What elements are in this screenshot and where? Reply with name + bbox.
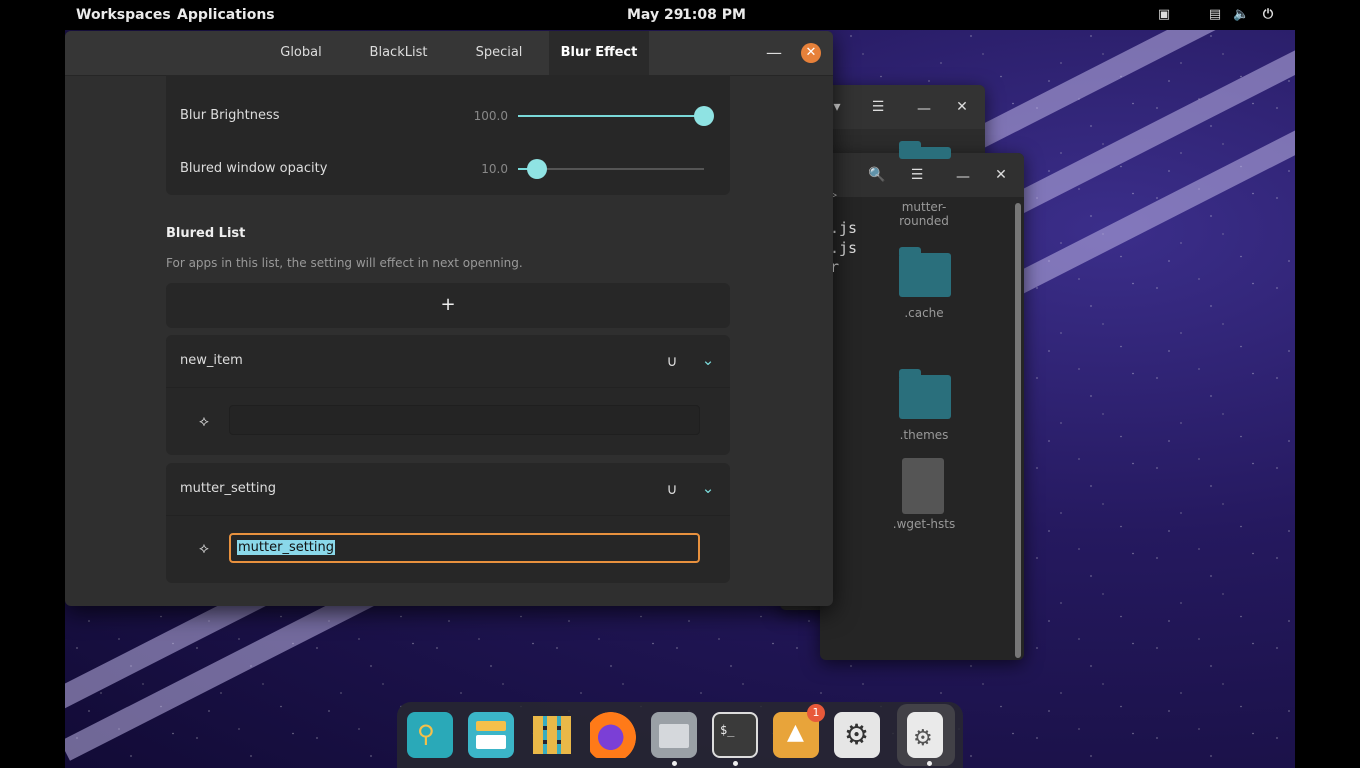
- magnifier-icon: ⚲: [417, 720, 435, 748]
- folder-label: .themes: [899, 428, 949, 442]
- blur-brightness-slider-handle[interactable]: [694, 106, 714, 126]
- close-icon[interactable]: ✕: [989, 163, 1013, 187]
- code-line: .js: [830, 239, 858, 257]
- grid-squares-icon: [533, 716, 571, 754]
- close-button[interactable]: ✕: [801, 43, 821, 63]
- rocket-icon: ▲: [787, 720, 804, 745]
- add-item-button[interactable]: +: [166, 283, 730, 328]
- tab-global[interactable]: Global: [261, 31, 341, 75]
- pick-window-icon[interactable]: ⟡: [194, 411, 214, 431]
- divider: [166, 387, 730, 388]
- blured-list-title: Blured List: [166, 226, 246, 241]
- blured-window-opacity-value: 10.0: [481, 162, 508, 176]
- pick-window-icon[interactable]: [194, 569, 214, 589]
- workspaces-app-icon[interactable]: [468, 712, 514, 758]
- running-indicator: [672, 761, 677, 766]
- chevron-down-icon[interactable]: ⌄: [698, 350, 718, 370]
- close-icon[interactable]: ✕: [950, 95, 974, 119]
- date-label[interactable]: May 29: [627, 7, 683, 23]
- window-class-entry[interactable]: [229, 405, 700, 435]
- blured-window-opacity-slider-handle[interactable]: [526, 159, 547, 179]
- dock: ⚲ $_ ▲ 1 ⚙ ⚙: [397, 702, 963, 768]
- pick-window-icon[interactable]: ⟡: [194, 538, 214, 558]
- code-line: .js: [830, 219, 858, 237]
- network-icon[interactable]: ▣: [1157, 8, 1171, 22]
- power-icon[interactable]: ⏻: [1261, 8, 1275, 22]
- menu-icon[interactable]: ☰: [866, 95, 890, 119]
- header-bar: Global BlackList Special Blur Effect — ✕: [65, 31, 833, 76]
- gear-icon: ⚙: [844, 718, 870, 751]
- tab-blacklist[interactable]: BlackList: [351, 31, 446, 75]
- chevron-down-icon[interactable]: ⌄: [698, 478, 718, 498]
- keyboard-icon[interactable]: ▤: [1208, 8, 1222, 22]
- folder-label: .cache: [904, 306, 944, 320]
- file-window-header: 🔍 ☰ — ✕: [820, 153, 1024, 197]
- notification-badge: 1: [807, 704, 825, 722]
- window-tile-icon: [476, 735, 506, 749]
- firefox-icon[interactable]: [590, 712, 636, 758]
- scrollbar[interactable]: [1015, 203, 1021, 658]
- running-indicator: [927, 761, 932, 766]
- gear-icon: ⚙: [913, 726, 933, 751]
- add-icon: +: [440, 294, 456, 315]
- file-manager-window[interactable]: 🔍 ☰ — ✕ .js .js r mutter- rounded .cache…: [820, 141, 1024, 660]
- time-label[interactable]: 1:08 PM: [682, 7, 746, 23]
- pop-shop-icon[interactable]: ▲ 1: [773, 704, 825, 758]
- list-item: new_item ∪ ⌄ ⟡: [166, 335, 730, 455]
- files-app-icon[interactable]: [651, 712, 697, 758]
- top-panel: Workspaces Applications May 29 1:08 PM ▣…: [65, 0, 1295, 30]
- folder-label: mutter- rounded: [899, 200, 949, 228]
- blur-brightness-fill: [518, 115, 704, 117]
- folder-icon[interactable]: [899, 141, 951, 159]
- list-item-name: mutter_setting: [180, 481, 277, 496]
- file-label: .wget-hsts: [892, 517, 956, 531]
- settings-app-icon[interactable]: ⚙: [834, 712, 880, 758]
- running-indicator: [733, 761, 738, 766]
- extension-settings-icon[interactable]: ⚙: [907, 712, 943, 758]
- tab-special[interactable]: Special: [455, 31, 543, 75]
- search-app-icon[interactable]: ⚲: [407, 712, 453, 758]
- terminal-prompt: $_: [720, 723, 735, 737]
- slider-card: Blur Brightness 100.0 Blured window opac…: [166, 75, 730, 195]
- blured-list-description: For apps in this list, the setting will …: [166, 256, 523, 270]
- workspaces-button[interactable]: Workspaces: [76, 7, 171, 23]
- screen-border-right: [1295, 0, 1360, 768]
- window-class-entry-focused[interactable]: mutter_setting: [229, 533, 700, 563]
- minimize-icon[interactable]: —: [951, 165, 975, 189]
- tab-blur-effect[interactable]: Blur Effect: [549, 31, 649, 75]
- list-item: mutter_setting ∪ ⌄ ⟡ mutter_setting: [166, 463, 730, 583]
- applications-grid-icon[interactable]: [529, 712, 575, 758]
- trash-icon[interactable]: ∪: [662, 479, 682, 499]
- file-icon[interactable]: [902, 458, 944, 514]
- folder-icon[interactable]: [899, 247, 951, 297]
- folder-icon: [659, 724, 689, 748]
- volume-icon[interactable]: 🔈: [1233, 8, 1249, 22]
- blured-window-opacity-label: Blured window opacity: [180, 161, 328, 176]
- trash-icon[interactable]: ∪: [662, 351, 682, 371]
- minimize-icon[interactable]: —: [912, 97, 936, 121]
- window-tile-icon: [476, 721, 506, 731]
- minimize-button[interactable]: —: [762, 41, 786, 65]
- terminal-icon[interactable]: $_: [712, 712, 758, 758]
- applications-button[interactable]: Applications: [177, 7, 275, 23]
- entry-selected-text: mutter_setting: [237, 540, 336, 555]
- blur-brightness-label: Blur Brightness: [180, 108, 280, 123]
- search-icon[interactable]: 🔍: [865, 163, 889, 187]
- blur-brightness-value: 100.0: [473, 109, 508, 123]
- menu-icon[interactable]: ☰: [905, 163, 929, 187]
- folder-icon[interactable]: [899, 369, 951, 419]
- list-item-name: new_item: [180, 353, 243, 368]
- screen-border-left: [0, 0, 65, 768]
- divider: [166, 515, 730, 516]
- blur-settings-window: Global BlackList Special Blur Effect — ✕…: [65, 31, 833, 606]
